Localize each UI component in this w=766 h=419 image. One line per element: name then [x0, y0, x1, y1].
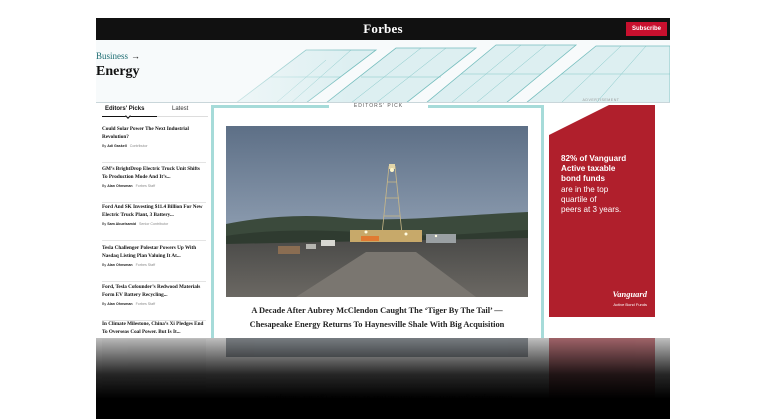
sidebar-tabs: Editors' Picks Latest — [100, 103, 208, 123]
page-title: Energy — [96, 64, 140, 79]
list-item[interactable]: GM’s BrightDrop Electric Truck Unit Shif… — [102, 165, 206, 203]
ad-line: 82% of Vanguard — [561, 154, 627, 163]
reflection-fade — [96, 338, 670, 419]
story-title[interactable]: Ford, Tesla Cofounder’s Redwood Material… — [102, 283, 206, 299]
story-byline: By Alan Ohnsman Forbes Staff — [102, 263, 156, 267]
story-author[interactable]: Adi Gaskell — [107, 144, 127, 148]
ad-line: Active taxable — [561, 164, 616, 174]
story-byline: By Alan Ohnsman Forbes Staff — [102, 184, 156, 188]
advertisement-label: ADVERTISEMENT — [582, 98, 620, 102]
list-item[interactable]: Ford, Tesla Cofounder’s Redwood Material… — [102, 283, 206, 321]
list-item[interactable]: Could Solar Power The Next Industrial Re… — [102, 125, 206, 163]
list-item[interactable]: Ford And SK Investing $11.4 Billion For … — [102, 203, 206, 241]
story-byline: By Adi Gaskell Contributor — [102, 144, 148, 148]
story-author[interactable]: Sam Abuelsamid — [107, 222, 136, 226]
story-byline: By Alan Ohnsman Forbes Staff — [102, 302, 156, 306]
sidebar: Editors' Picks Latest Could Solar Power … — [100, 103, 208, 335]
top-navigation-bar: Forbes Subscribe — [96, 18, 670, 40]
tab-editors-picks[interactable]: Editors' Picks — [105, 106, 144, 112]
story-author[interactable]: Alan Ohnsman — [107, 302, 132, 306]
list-item[interactable]: Tesla Challenger Polestar Powers Up With… — [102, 244, 206, 282]
drilling-rig-photo[interactable] — [226, 126, 528, 297]
ad-line: bond funds — [561, 174, 606, 184]
story-author-role: Forbes Staff — [135, 263, 156, 267]
list-item[interactable]: In Climate Milestone, China’s Xi Pledges… — [102, 320, 206, 338]
ad-line: are in the top — [561, 184, 609, 194]
story-title[interactable]: Tesla Challenger Polestar Powers Up With… — [102, 244, 206, 260]
story-title[interactable]: In Climate Milestone, China’s Xi Pledges… — [102, 320, 206, 336]
forbes-logo[interactable]: Forbes — [96, 21, 670, 37]
story-author-role: Contributor — [129, 144, 148, 148]
story-author-role: Forbes Staff — [135, 302, 156, 306]
ad-line: quartile of — [561, 194, 597, 204]
tab-latest[interactable]: Latest — [172, 106, 188, 112]
story-author[interactable]: Alan Ohnsman — [107, 184, 132, 188]
breadcrumb[interactable]: Business → — [96, 51, 140, 61]
breadcrumb-business-link[interactable]: Business — [96, 51, 128, 61]
section-banner: Business → Energy — [96, 40, 670, 103]
vanguard-logo: Vanguard — [612, 289, 648, 299]
story-author[interactable]: Alan Ohnsman — [107, 263, 132, 267]
ad-brand-subtitle: Active Bond Funds — [613, 302, 647, 307]
story-author-role: Senior Contributor — [139, 222, 169, 226]
editors-pick-label: EDITORS' PICK — [353, 103, 404, 109]
ad-corner-triangle — [549, 105, 609, 135]
story-title[interactable]: Ford And SK Investing $11.4 Billion For … — [102, 203, 206, 219]
story-title[interactable]: GM’s BrightDrop Electric Truck Unit Shif… — [102, 165, 206, 181]
solar-panel-illustration — [176, 40, 670, 102]
vanguard-ad[interactable]: 82% of Vanguard Active taxable bond fund… — [549, 105, 655, 317]
story-title[interactable]: Could Solar Power The Next Industrial Re… — [102, 125, 206, 141]
story-author-role: Forbes Staff — [135, 184, 156, 188]
ad-line: peers at 3 years. — [561, 205, 622, 215]
page-reflection: A Decade After Aubrey McClendon Caught T… — [96, 338, 670, 419]
active-tab-caret-icon — [125, 113, 131, 119]
forbes-page: Forbes Subscribe Business → Energy Edito… — [96, 18, 670, 338]
editors-pick-headline[interactable]: A Decade After Aubrey McClendon Caught T… — [233, 304, 521, 332]
story-byline: By Sam Abuelsamid Senior Contributor — [102, 222, 169, 226]
ad-copy: 82% of Vanguard Active taxable bond fund… — [561, 154, 653, 215]
subscribe-button[interactable]: Subscribe — [626, 22, 667, 36]
arrow-right-icon: → — [131, 51, 141, 61]
